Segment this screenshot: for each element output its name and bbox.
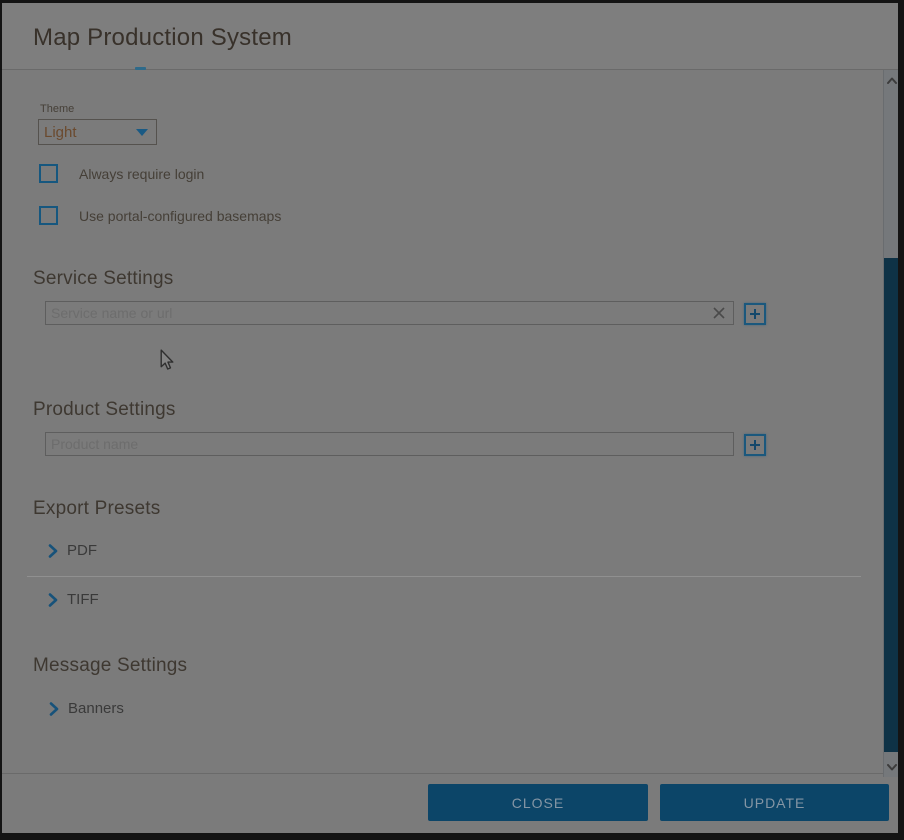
checkbox-row-portal-basemaps[interactable]: Use portal-configured basemaps <box>39 206 281 225</box>
footer-divider <box>2 773 898 774</box>
dialog-title: Map Production System <box>33 24 292 52</box>
settings-dialog: Map Production System Theme Light Always… <box>2 3 898 833</box>
chevron-right-icon <box>49 702 59 716</box>
export-preset-label: PDF <box>67 542 97 559</box>
checkbox-portal-basemaps[interactable] <box>39 206 58 225</box>
checkbox-label: Use portal-configured basemaps <box>79 208 281 224</box>
add-product-button[interactable] <box>744 434 766 456</box>
plus-icon <box>749 439 761 451</box>
scrollbar-thumb[interactable] <box>884 258 898 752</box>
product-name-input[interactable] <box>45 432 734 456</box>
theme-select[interactable]: Light <box>38 119 157 145</box>
message-banners[interactable]: Banners <box>49 700 124 717</box>
close-button[interactable]: CLOSE <box>428 784 648 821</box>
scroll-down-button[interactable] <box>884 757 898 777</box>
update-button[interactable]: UPDATE <box>660 784 889 821</box>
mouse-cursor <box>159 349 175 371</box>
export-preset-tiff[interactable]: TIFF <box>48 591 99 608</box>
chevron-right-icon <box>48 593 58 607</box>
export-presets-heading: Export Presets <box>33 498 160 520</box>
checkbox-always-require-login[interactable] <box>39 164 58 183</box>
clipped-scrolled-element-edge <box>135 67 146 70</box>
theme-label: Theme <box>40 103 74 115</box>
message-settings-heading: Message Settings <box>33 655 187 677</box>
checkbox-row-always-require-login[interactable]: Always require login <box>39 164 204 183</box>
clear-icon[interactable] <box>712 306 726 320</box>
product-settings-heading: Product Settings <box>33 399 176 421</box>
preset-divider <box>27 576 861 577</box>
add-service-button[interactable] <box>744 303 766 325</box>
theme-select-value: Light <box>44 124 136 141</box>
message-item-label: Banners <box>68 700 124 717</box>
service-settings-heading: Service Settings <box>33 268 174 290</box>
service-name-input[interactable] <box>45 301 734 325</box>
vertical-scrollbar[interactable] <box>883 70 898 777</box>
export-preset-label: TIFF <box>67 591 99 608</box>
app-window: Map Production System Theme Light Always… <box>0 0 904 840</box>
chevron-right-icon <box>48 544 58 558</box>
plus-icon <box>749 308 761 320</box>
chevron-down-icon <box>887 764 897 771</box>
scroll-up-button[interactable] <box>884 70 898 90</box>
chevron-up-icon <box>887 77 897 84</box>
export-preset-pdf[interactable]: PDF <box>48 542 97 559</box>
checkbox-label: Always require login <box>79 166 204 182</box>
chevron-down-icon <box>136 129 148 136</box>
